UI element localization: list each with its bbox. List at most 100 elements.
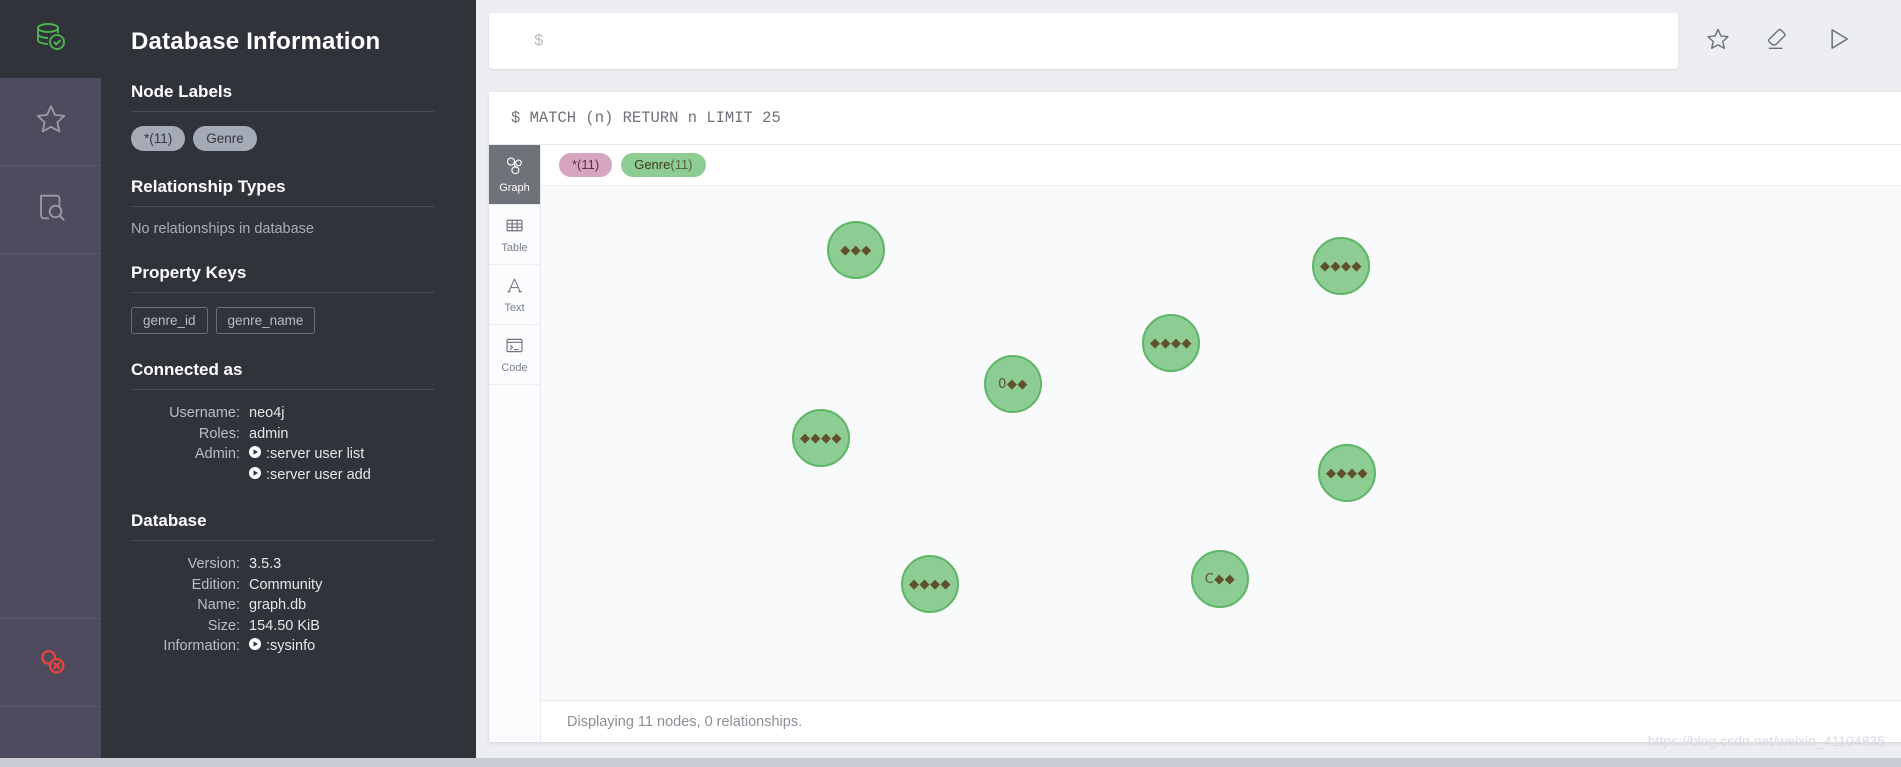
play-icon — [249, 466, 261, 479]
result-status: Displaying 11 nodes, 0 relationships. — [541, 700, 1901, 742]
property-keys-heading: Property Keys — [131, 263, 434, 293]
play-icon — [249, 445, 261, 458]
result-frame: $ MATCH (n) RETURN n LIMIT 25 Graph Tabl… — [489, 92, 1901, 742]
document-search-icon — [34, 190, 68, 229]
kv-row: Size: 154.50 KiB — [131, 617, 434, 637]
graph-canvas[interactable]: ◆◆◆ ◆◆◆◆ ◆◆◆◆ 0◆◆ ◆◆◆◆ ◆◆◆◆ ◆◆◆◆ C◆◆ — [541, 185, 1901, 700]
sidebar-item-cloud-disconnected[interactable] — [0, 619, 101, 707]
graph-node[interactable]: ◆◆◆◆ — [1312, 237, 1370, 295]
kv-value: 154.50 KiB — [249, 617, 320, 634]
graph-node-label: ◆◆◆◆ — [800, 430, 842, 446]
app-logo — [0, 0, 101, 78]
play-icon — [1824, 25, 1852, 58]
play-icon — [249, 637, 261, 650]
kv-command[interactable]: :server user add — [266, 466, 371, 486]
graph-node-label: 0◆◆ — [998, 376, 1028, 392]
kv-row: Username: neo4j — [131, 404, 434, 424]
property-key-chip[interactable]: genre_name — [215, 307, 316, 334]
kv-key: Admin: — [194, 446, 240, 462]
kv-key: Edition: — [191, 576, 240, 593]
relationship-types-heading: Relationship Types — [131, 177, 434, 207]
graph-node-label: ◆◆◆ — [840, 242, 872, 258]
legend-chip-count: (11) — [670, 157, 693, 172]
editor-actions — [1688, 13, 1868, 69]
clear-button[interactable] — [1748, 13, 1808, 69]
connected-as-rows: Username: neo4j Roles: admin Admin: :ser… — [131, 390, 434, 485]
frame-header: $ MATCH (n) RETURN n LIMIT 25 — [489, 92, 1901, 145]
graph-node[interactable]: ◆◆◆◆ — [1142, 314, 1200, 372]
kv-key — [131, 466, 249, 486]
editor-prompt: $ — [534, 32, 544, 50]
graph-node-label: ◆◆◆◆ — [1326, 465, 1368, 481]
database-heading: Database — [131, 511, 434, 541]
kv-key: Roles: — [198, 425, 240, 442]
legend-chip-genre[interactable]: Genre(11) — [621, 153, 706, 177]
node-labels-heading: Node Labels — [131, 82, 434, 112]
kv-row: Admin: :server user list — [131, 445, 434, 465]
code-icon — [504, 335, 525, 359]
rail-spacer — [0, 254, 101, 619]
graph-node[interactable]: ◆◆◆◆ — [1318, 444, 1376, 502]
database-section: Database Version: 3.5.3 Edition: Communi… — [101, 511, 476, 657]
kv-key: Information: — [163, 638, 240, 654]
sidebar-item-favorites[interactable] — [0, 78, 101, 166]
favorite-button[interactable] — [1688, 13, 1748, 69]
kv-command[interactable]: :server user list — [266, 445, 364, 465]
star-icon — [1705, 26, 1731, 57]
database-information-drawer: Database Information Node Labels *(11) G… — [101, 0, 476, 767]
kv-row: Name: graph.db — [131, 596, 434, 616]
node-labels-section: Node Labels *(11) Genre — [101, 82, 476, 151]
connected-as-heading: Connected as — [131, 360, 434, 390]
kv-command[interactable]: :sysinfo — [266, 637, 315, 657]
database-check-icon — [33, 19, 69, 60]
kv-row: Information: :sysinfo — [131, 637, 434, 657]
relationship-types-section: Relationship Types No relationships in d… — [101, 177, 476, 237]
node-labels-chips: *(11) Genre — [131, 112, 434, 151]
legend-chip-all[interactable]: *(11) — [559, 153, 613, 177]
relationship-types-empty: No relationships in database — [131, 221, 314, 237]
kv-row: Roles: admin — [131, 425, 434, 445]
editor-row: $ — [476, 0, 1901, 69]
drawer-title: Database Information — [131, 28, 381, 55]
graph-node[interactable]: ◆◆◆◆ — [901, 555, 959, 613]
graph-legend: *(11) Genre(11) — [541, 145, 1901, 185]
cypher-editor[interactable]: $ — [489, 13, 1678, 69]
icon-rail — [0, 0, 101, 767]
tab-label: Text — [504, 302, 525, 314]
property-keys-chips: genre_id genre_name — [131, 293, 434, 334]
tab-text[interactable]: Text — [489, 265, 540, 325]
eraser-icon — [1765, 26, 1791, 57]
property-key-chip[interactable]: genre_id — [131, 307, 208, 334]
graph-icon — [504, 155, 525, 179]
kv-row: Version: 3.5.3 — [131, 555, 434, 575]
run-button[interactable] — [1808, 13, 1868, 69]
text-icon — [504, 275, 525, 299]
tab-table[interactable]: Table — [489, 205, 540, 265]
legend-chip-label: *(11) — [572, 157, 600, 172]
kv-key: Version: — [187, 556, 240, 572]
bottom-strip — [0, 758, 1901, 767]
tab-label: Code — [501, 362, 528, 374]
graph-node[interactable]: C◆◆ — [1191, 550, 1249, 608]
tab-code[interactable]: Code — [489, 325, 540, 385]
graph-node[interactable]: 0◆◆ — [984, 355, 1042, 413]
node-label-chip[interactable]: Genre — [193, 126, 257, 151]
graph-node[interactable]: ◆◆◆ — [827, 221, 885, 279]
kv-key: Size: — [207, 617, 240, 634]
frame-command[interactable]: $ MATCH (n) RETURN n LIMIT 25 — [489, 92, 1901, 144]
kv-value: neo4j — [249, 405, 285, 421]
sidebar-item-guides[interactable] — [0, 166, 101, 254]
tab-graph[interactable]: Graph — [489, 145, 540, 205]
database-rows: Version: 3.5.3 Edition: Community Name: … — [131, 541, 434, 657]
graph-node-label: ◆◆◆◆ — [1150, 335, 1192, 351]
tab-label: Table — [501, 242, 528, 254]
legend-chip-label: Genre — [634, 157, 671, 172]
node-label-chip[interactable]: *(11) — [131, 126, 186, 151]
tab-label: Graph — [499, 182, 530, 194]
graph-node-label: C◆◆ — [1204, 571, 1236, 587]
graph-node[interactable]: ◆◆◆◆ — [792, 409, 850, 467]
graph-node-label: ◆◆◆◆ — [909, 576, 951, 592]
table-icon — [504, 215, 525, 239]
graph-node-label: ◆◆◆◆ — [1320, 258, 1362, 274]
star-icon — [34, 102, 68, 141]
